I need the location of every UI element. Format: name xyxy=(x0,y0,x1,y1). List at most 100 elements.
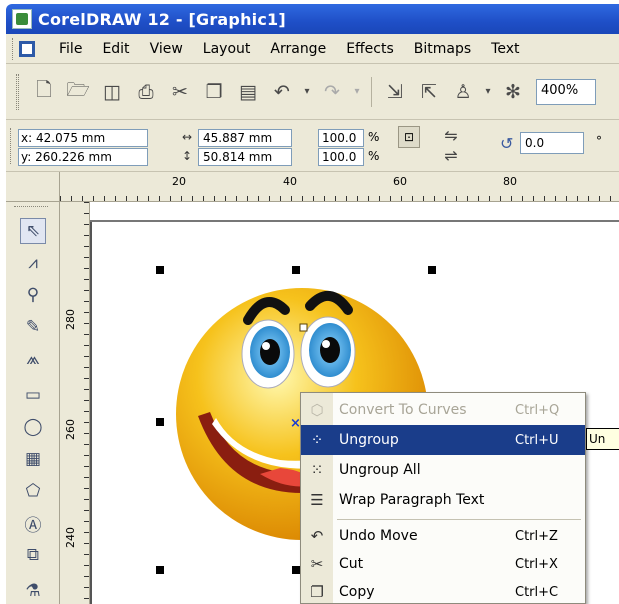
smart-fill-tool-icon[interactable]: ⩕ xyxy=(20,346,46,372)
ruler-tick xyxy=(456,196,457,201)
ruler-tick xyxy=(225,196,226,201)
ruler-tick xyxy=(478,196,479,201)
menu-item-copy[interactable]: ❐ Copy Ctrl+C xyxy=(301,577,585,604)
menu-view[interactable]: View xyxy=(140,41,193,57)
menu-file[interactable]: File xyxy=(49,41,92,57)
width-field[interactable]: 45.887 mm xyxy=(198,129,292,147)
zoom-level-input[interactable]: 400% xyxy=(536,78,596,105)
toolbox-grip[interactable] xyxy=(14,206,48,209)
ruler-tick xyxy=(84,389,89,390)
ruler-label: 280 xyxy=(64,309,77,330)
shape-tool-icon[interactable]: ⩘ xyxy=(20,250,46,276)
print-icon[interactable]: ⎙ xyxy=(131,77,161,107)
menubar-grip[interactable] xyxy=(12,37,15,60)
ruler-tick xyxy=(84,554,89,555)
selection-handle-top-center[interactable] xyxy=(292,266,300,274)
ruler-tick xyxy=(511,196,512,201)
rectangle-tool-icon[interactable]: ▭ xyxy=(20,382,46,408)
ruler-tick xyxy=(412,196,413,201)
launcher-dropdown-icon[interactable]: ▾ xyxy=(482,77,494,107)
selection-handle-top-right[interactable] xyxy=(428,266,436,274)
zoom-tool-icon[interactable]: ⚲ xyxy=(20,282,46,308)
propbar-grip[interactable] xyxy=(10,128,13,164)
vertical-ruler[interactable]: 280 260 240 xyxy=(60,202,90,604)
ruler-tick xyxy=(467,196,468,201)
ruler-tick xyxy=(236,196,237,201)
ruler-tick xyxy=(599,196,600,201)
selection-handle-bottom-left[interactable] xyxy=(156,566,164,574)
scale-y-field[interactable]: 100.0 xyxy=(318,148,364,166)
new-document-icon[interactable]: 🗋 xyxy=(29,77,59,107)
selection-handle-bottom-center[interactable] xyxy=(292,566,300,574)
ruler-tick xyxy=(84,279,89,280)
menu-item-convert-to-curves[interactable]: ⬡ Convert To Curves Ctrl+Q xyxy=(301,395,585,425)
undo-dropdown-icon[interactable]: ▾ xyxy=(301,77,313,107)
menu-effects[interactable]: Effects xyxy=(336,41,404,57)
ruler-tick xyxy=(434,196,435,201)
copy-icon[interactable]: ❐ xyxy=(199,77,229,107)
undo-icon[interactable]: ↶ xyxy=(267,77,297,107)
menu-bitmaps[interactable]: Bitmaps xyxy=(404,41,481,57)
ruler-tick xyxy=(84,345,89,346)
menu-edit[interactable]: Edit xyxy=(92,41,139,57)
width-icon: ↔ xyxy=(181,130,193,144)
paste-icon[interactable]: ▤ xyxy=(233,77,263,107)
horizontal-ruler[interactable]: 20 40 60 80 xyxy=(60,172,619,202)
text-tool-icon[interactable]: Ⓐ xyxy=(20,510,46,536)
pick-tool-icon[interactable]: ⇖ xyxy=(20,218,46,244)
tooltip: Un xyxy=(586,428,619,450)
ruler-tick xyxy=(500,196,501,201)
ruler-tick xyxy=(84,246,89,247)
ruler-tick xyxy=(84,455,89,456)
document-icon[interactable] xyxy=(19,40,35,57)
menu-item-wrap-paragraph-text[interactable]: ☰ Wrap Paragraph Text xyxy=(301,485,585,515)
ruler-label: 80 xyxy=(503,175,517,188)
ruler-tick xyxy=(247,196,248,201)
basic-shapes-tool-icon[interactable]: ⬠ xyxy=(20,478,46,504)
ruler-tick xyxy=(258,196,259,201)
ruler-tick xyxy=(84,356,89,357)
open-icon[interactable]: 🗁 xyxy=(63,77,93,107)
toolbar-grip[interactable] xyxy=(16,73,19,110)
mirror-icon[interactable]: ⇋ ⇌ xyxy=(438,126,464,166)
ruler-tick xyxy=(181,196,182,201)
coreldraw-app-icon[interactable] xyxy=(12,9,32,29)
ellipse-tool-icon[interactable]: ◯ xyxy=(20,414,46,440)
import-icon[interactable]: ⇲ xyxy=(380,77,410,107)
graph-paper-tool-icon[interactable]: ▦ xyxy=(20,446,46,472)
selection-handle-middle-left[interactable] xyxy=(156,418,164,426)
x-position-field[interactable]: x: 42.075 mm xyxy=(18,129,148,147)
save-icon[interactable]: ◫ xyxy=(97,77,127,107)
freehand-tool-icon[interactable]: ✎ xyxy=(20,314,46,340)
menu-separator xyxy=(337,519,581,520)
ruler-tick xyxy=(84,334,89,335)
application-launcher-icon[interactable]: ♙ xyxy=(448,77,478,107)
menu-item-cut[interactable]: ✂ Cut Ctrl+X xyxy=(301,549,585,579)
redo-icon[interactable]: ↷ xyxy=(317,77,347,107)
corel-online-icon[interactable]: ✻ xyxy=(498,77,528,107)
menu-item-ungroup-all[interactable]: ⁙ Ungroup All xyxy=(301,455,585,485)
ruler-tick xyxy=(489,196,490,201)
ruler-tick xyxy=(610,196,611,201)
ruler-tick xyxy=(84,532,89,533)
menu-item-ungroup[interactable]: ⁘ Ungroup Ctrl+U xyxy=(301,425,585,455)
scale-x-field[interactable]: 100.0 xyxy=(318,129,364,147)
ruler-origin-corner[interactable] xyxy=(6,172,60,202)
lock-ratio-icon[interactable]: ⊡ xyxy=(398,126,420,148)
interactive-blend-tool-icon[interactable]: ⧉ xyxy=(20,542,46,568)
menu-item-undo-move[interactable]: ↶ Undo Move Ctrl+Z xyxy=(301,521,585,551)
degree-sign: ° xyxy=(596,134,602,148)
rotation-angle-field[interactable]: 0.0 xyxy=(520,132,584,154)
ungroup-icon: ⁘ xyxy=(301,431,333,449)
ruler-tick xyxy=(84,488,89,489)
menu-text[interactable]: Text xyxy=(481,41,529,57)
height-field[interactable]: 50.814 mm xyxy=(198,148,292,166)
y-position-field[interactable]: y: 260.226 mm xyxy=(18,148,148,166)
eyedropper-tool-icon[interactable]: ⚗ xyxy=(20,578,46,604)
menu-layout[interactable]: Layout xyxy=(193,41,261,57)
scissors-icon[interactable]: ✂ xyxy=(165,77,195,107)
export-icon[interactable]: ⇱ xyxy=(414,77,444,107)
redo-dropdown-icon[interactable]: ▾ xyxy=(351,77,363,107)
selection-handle-top-left[interactable] xyxy=(156,266,164,274)
menu-arrange[interactable]: Arrange xyxy=(260,41,336,57)
